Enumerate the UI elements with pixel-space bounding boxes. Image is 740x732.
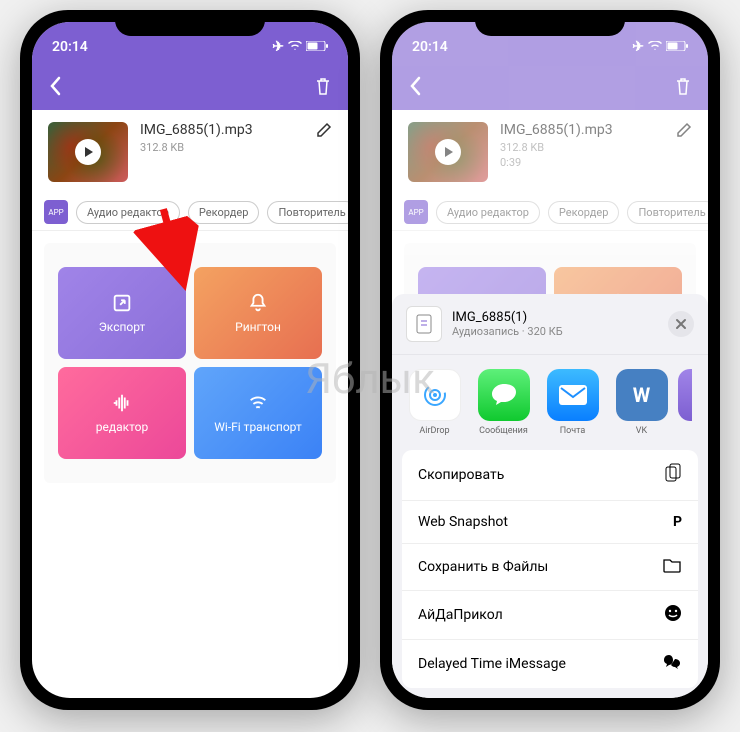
messages-label: Сообщения	[479, 426, 528, 436]
mail-label: Почта	[560, 426, 586, 436]
action-delayed-imessage[interactable]: Delayed Time iMessage	[402, 640, 698, 688]
phone-right: 20:14 ✈︎	[380, 10, 720, 710]
airplane-icon: ✈︎	[272, 39, 284, 55]
airplane-icon: ✈︎	[632, 39, 644, 55]
trash-button[interactable]	[314, 76, 332, 100]
action-save-files[interactable]: Сохранить в Файлы	[402, 544, 698, 591]
share-file-icon	[406, 306, 442, 342]
edit-icon[interactable]	[316, 122, 332, 142]
file-info: IMG_6885(1).mp3 312.8 KB	[32, 110, 348, 194]
file-thumbnail[interactable]	[48, 122, 128, 182]
wifi-icon	[648, 39, 662, 55]
share-app-messages[interactable]: Сообщения	[477, 369, 530, 436]
chip-audio-editor[interactable]: Аудио редактор	[436, 201, 540, 224]
tile-editor-label: редактор	[96, 420, 148, 434]
mail-icon	[547, 369, 599, 421]
tile-ringtone[interactable]: Рингтон	[194, 267, 322, 359]
airdrop-label: AirDrop	[419, 426, 449, 436]
battery-icon	[666, 39, 688, 55]
battery-icon	[306, 39, 328, 55]
action-delayed-label: Delayed Time iMessage	[418, 656, 566, 672]
phone-left: 20:14 ✈︎	[20, 10, 360, 710]
action-web-snapshot[interactable]: Web Snapshot P	[402, 501, 698, 544]
edit-icon[interactable]	[676, 122, 692, 142]
tile-ringtone-label: Рингтон	[235, 320, 281, 334]
file-name: IMG_6885(1).mp3	[500, 122, 692, 138]
tile-wifi-label: Wi-Fi транспорт	[214, 420, 301, 434]
app-badge-icon[interactable]: APP	[44, 200, 68, 224]
app-badge-icon[interactable]: APP	[404, 200, 428, 224]
file-thumbnail[interactable]	[408, 122, 488, 182]
close-button[interactable]	[668, 311, 694, 337]
more-app-icon	[678, 369, 692, 421]
play-icon[interactable]	[435, 139, 461, 165]
chip-repeater[interactable]: Повторитель	[627, 201, 708, 224]
folder-icon	[662, 557, 682, 577]
action-copy[interactable]: Скопировать	[402, 450, 698, 501]
share-app-vk[interactable]: W VK	[615, 369, 668, 436]
tile-export[interactable]: Экспорт	[58, 267, 186, 359]
waveform-icon	[111, 392, 133, 414]
play-icon[interactable]	[75, 139, 101, 165]
share-title: IMG_6885(1)	[452, 310, 563, 325]
tile-export-label: Экспорт	[99, 320, 146, 334]
back-button[interactable]	[48, 76, 62, 100]
notch	[475, 10, 625, 36]
share-app-airdrop[interactable]: AirDrop	[408, 369, 461, 436]
smile-icon	[664, 604, 682, 626]
chip-row: APP Аудио редактор Рекордер Повторитель	[392, 194, 708, 231]
wifi-icon	[288, 39, 302, 55]
nav-bar	[392, 66, 708, 110]
action-copy-label: Скопировать	[418, 467, 504, 483]
action-save-files-label: Сохранить в Файлы	[418, 559, 548, 575]
share-sheet: IMG_6885(1) Аудиозапись · 320 КБ AirDrop	[392, 294, 708, 698]
trash-button[interactable]	[674, 76, 692, 100]
web-snapshot-icon: P	[673, 514, 682, 530]
share-app-mail[interactable]: Почта	[546, 369, 599, 436]
messages-icon	[478, 369, 530, 421]
file-info: IMG_6885(1).mp3 312.8 KB 0:39	[392, 110, 708, 194]
tile-editor[interactable]: редактор	[58, 367, 186, 459]
chip-repeater[interactable]: Повторитель	[267, 201, 348, 224]
file-size: 312.8 KB	[500, 140, 692, 155]
action-aidaprikol-label: АйДаПрикол	[418, 607, 503, 623]
file-duration: 0:39	[500, 155, 692, 170]
share-app-more[interactable]	[678, 369, 692, 436]
vk-label: VK	[636, 426, 647, 436]
action-aidaprikol[interactable]: АйДаПрикол	[402, 591, 698, 640]
vk-icon: W	[616, 369, 668, 421]
action-web-snapshot-label: Web Snapshot	[418, 514, 508, 530]
share-subtitle: Аудиозапись · 320 КБ	[452, 325, 563, 338]
copy-icon	[664, 463, 682, 487]
chat-icon	[662, 653, 682, 675]
file-name: IMG_6885(1).mp3	[140, 122, 332, 138]
nav-bar	[32, 66, 348, 110]
notch	[115, 10, 265, 36]
back-button[interactable]	[408, 76, 422, 100]
airdrop-icon	[409, 369, 461, 421]
share-header: IMG_6885(1) Аудиозапись · 320 КБ	[392, 294, 708, 355]
file-size: 312.8 KB	[140, 140, 332, 155]
chip-recorder[interactable]: Рекордер	[548, 201, 620, 224]
chip-recorder[interactable]: Рекордер	[188, 201, 260, 224]
share-actions-list: Скопировать Web Snapshot P Сохранить в Ф…	[402, 450, 698, 688]
tile-wifi[interactable]: Wi-Fi транспорт	[194, 367, 322, 459]
status-time: 20:14	[412, 39, 448, 55]
status-time: 20:14	[52, 39, 88, 55]
share-apps-row[interactable]: AirDrop Сообщения Почта	[392, 355, 708, 450]
